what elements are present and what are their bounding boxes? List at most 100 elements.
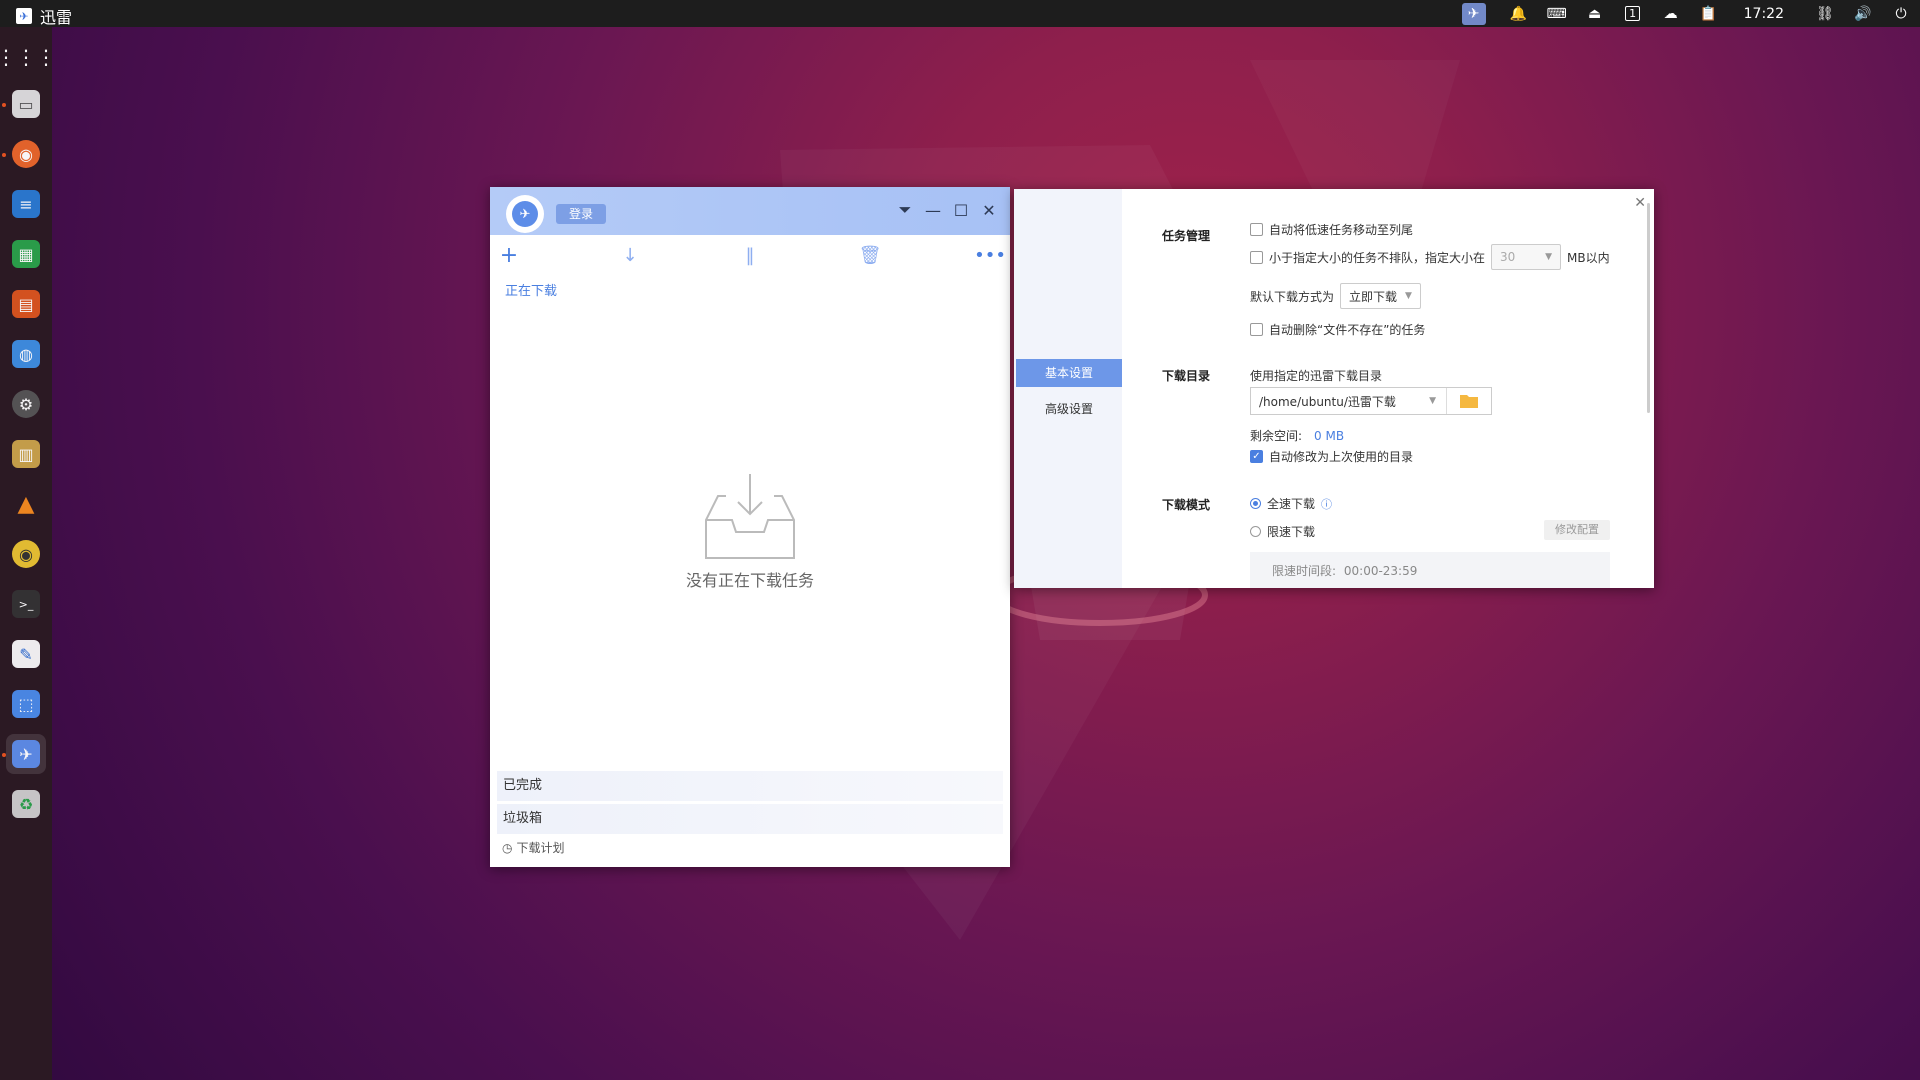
login-button[interactable]: 登录	[556, 204, 606, 224]
dock-software[interactable]: ◍	[6, 334, 46, 374]
dock-screenshot[interactable]: ⬚	[6, 684, 46, 724]
avatar[interactable]: ✈	[506, 195, 544, 233]
dock-thunder[interactable]: ✈	[6, 734, 46, 774]
radio[interactable]	[1250, 498, 1261, 509]
opt-move-slow-tasks[interactable]: 自动将低速任务移动至列尾	[1250, 221, 1413, 238]
download-dir-heading: 下载目录	[1162, 369, 1211, 383]
dock-firefox[interactable]: ◉	[6, 134, 46, 174]
thunder-bird-icon: ✈	[512, 201, 538, 227]
checkbox[interactable]	[1250, 223, 1263, 236]
calc-icon: ▦	[12, 240, 40, 268]
dock-vlc[interactable]: ▲	[6, 484, 46, 524]
checkbox[interactable]	[1250, 250, 1263, 264]
impress-icon: ▤	[12, 290, 40, 318]
active-app-menu[interactable]: ✈ 迅雷	[16, 4, 72, 28]
thunder-tray-icon[interactable]: ✈	[1461, 2, 1486, 25]
default-mode-select[interactable]: 立即下载 ▼	[1340, 283, 1421, 309]
keyboard-icon[interactable]: ⌨	[1544, 0, 1570, 27]
trash-icon: ♻	[12, 790, 40, 818]
nav-advanced-settings[interactable]: 高级设置	[1016, 395, 1122, 423]
chevron-down-icon: ▼	[1405, 291, 1412, 301]
checkbox-checked[interactable]: ✓	[1250, 450, 1263, 463]
empty-message: 没有正在下载任务	[685, 571, 814, 590]
dock-text-editor[interactable]: ✎	[6, 634, 46, 674]
free-space-row: 剩余空间: 0 MB	[1250, 428, 1345, 444]
cloud-icon[interactable]: ☁	[1658, 0, 1684, 27]
dock-calc[interactable]: ▦	[6, 234, 46, 274]
info-icon[interactable]: ⓘ	[1321, 496, 1332, 512]
settings-sidebar: 基本设置 高级设置	[1014, 189, 1122, 588]
dock-terminal[interactable]: >_	[6, 584, 46, 624]
bell-icon[interactable]: 🔔	[1506, 0, 1532, 27]
completed-section[interactable]: 已完成	[497, 771, 1003, 801]
menu-dropdown-icon[interactable]: ⏷	[894, 199, 916, 221]
dock-rhythmbox[interactable]: ◉	[6, 534, 46, 574]
radio[interactable]	[1250, 526, 1261, 537]
use-dir-label: 使用指定的迅雷下载目录	[1250, 369, 1383, 383]
add-task-icon[interactable]: +	[497, 243, 521, 268]
clipboard-icon[interactable]: 📋	[1696, 0, 1722, 27]
network-icon[interactable]: ⛓	[1812, 0, 1838, 27]
dock-archive[interactable]: ▥	[6, 434, 46, 474]
app-grid-icon: ⋮⋮⋮	[0, 45, 56, 69]
clock[interactable]: 17:22	[1744, 6, 1784, 22]
download-icon[interactable]: ↓	[618, 243, 642, 267]
thunder-icon: ✈	[12, 740, 40, 768]
dock-settings[interactable]: ⚙	[6, 384, 46, 424]
chevron-down-icon[interactable]: ▼	[1429, 396, 1436, 406]
power-icon[interactable]: ⏻	[1888, 0, 1914, 27]
tab-downloading[interactable]: 正在下载	[505, 280, 557, 299]
path-value: /home/ubuntu/迅雷下载	[1259, 394, 1396, 409]
settings-window: 基本设置 高级设置 ✕ 任务管理 自动将低速任务移动至列尾 小于指定大小的任务不…	[1014, 189, 1654, 588]
download-path-field[interactable]: /home/ubuntu/迅雷下载 ▼	[1250, 387, 1492, 415]
workspace-indicator[interactable]: 1	[1620, 0, 1646, 27]
thunder-main-window: ✈ 登录 ⏷ — ☐ ✕ + ↓ ‖ 🗑 ••• 正在下载 没有正在下载任务 已…	[490, 187, 1010, 867]
dock-writer[interactable]: ≡	[6, 184, 46, 224]
dock: ⋮⋮⋮ ▭ ◉ ≡ ▦ ▤ ◍ ⚙ ▥ ▲ ◉ >_ ✎ ⬚ ✈ ♻	[0, 27, 56, 1080]
task-mgmt-heading: 任务管理	[1162, 229, 1211, 243]
firefox-icon: ◉	[12, 140, 40, 168]
more-icon[interactable]: •••	[974, 243, 1006, 267]
checkbox[interactable]	[1250, 323, 1263, 336]
text-editor-icon: ✎	[12, 640, 40, 668]
maximize-icon[interactable]: ☐	[950, 199, 972, 221]
volume-icon[interactable]: 🔊	[1850, 0, 1876, 27]
dock-impress[interactable]: ▤	[6, 284, 46, 324]
scrollbar[interactable]	[1647, 203, 1650, 413]
close-icon[interactable]: ✕	[978, 199, 1000, 221]
main-toolbar: + ↓ ‖ 🗑 •••	[490, 235, 1010, 273]
clock-icon: ◷	[502, 840, 513, 855]
software-center-icon: ◍	[12, 340, 40, 368]
pause-icon[interactable]: ‖	[738, 243, 762, 267]
top-bar: ✈ 迅雷 ✈ 🔔 ⌨ ⏏ 1 ☁ 📋 17:22 ⛓ 🔊 ⏻	[0, 0, 1920, 27]
limit-config-box: 限速时间段: 00:00-23:59	[1250, 552, 1610, 588]
vlc-icon: ▲	[17, 491, 35, 517]
rhythmbox-icon: ◉	[12, 540, 40, 568]
nav-basic-settings[interactable]: 基本设置	[1016, 359, 1122, 387]
dock-files[interactable]: ▭	[6, 84, 46, 124]
opt-auto-delete[interactable]: 自动删除“文件不存在”的任务	[1250, 321, 1425, 338]
download-mode-heading: 下载模式	[1162, 498, 1211, 512]
eject-icon[interactable]: ⏏	[1582, 0, 1608, 27]
app-grid-button[interactable]: ⋮⋮⋮	[0, 37, 56, 77]
terminal-icon: >_	[12, 590, 40, 618]
opt-small-tasks[interactable]: 小于指定大小的任务不排队，指定大小在 30 ▼ MB以内	[1250, 244, 1610, 270]
size-select[interactable]: 30 ▼	[1491, 244, 1562, 270]
download-schedule[interactable]: ◷ 下载计划	[502, 839, 565, 856]
screenshot-icon: ⬚	[12, 690, 40, 718]
trash-section[interactable]: 垃圾箱	[497, 804, 1003, 834]
delete-icon[interactable]: 🗑	[858, 243, 882, 267]
radio-limited[interactable]: 限速下载	[1250, 523, 1315, 540]
main-titlebar: ✈ 登录 ⏷ — ☐ ✕	[490, 187, 1010, 235]
thunder-icon: ✈	[16, 8, 32, 24]
free-space-value: 0 MB	[1314, 428, 1345, 443]
opt-auto-modify-dir[interactable]: ✓ 自动修改为上次使用的目录	[1250, 448, 1413, 465]
folder-icon[interactable]	[1446, 388, 1491, 414]
system-tray: ✈ 🔔 ⌨ ⏏ 1 ☁ 📋 17:22 ⛓ 🔊 ⏻	[1456, 0, 1920, 27]
close-icon[interactable]: ✕	[1634, 195, 1646, 211]
dock-trash[interactable]: ♻	[6, 784, 46, 824]
minimize-icon[interactable]: —	[922, 199, 944, 221]
radio-full-speed[interactable]: 全速下载 ⓘ	[1250, 495, 1332, 512]
modify-config-button[interactable]: 修改配置	[1544, 520, 1610, 540]
active-app-name: 迅雷	[40, 8, 73, 27]
